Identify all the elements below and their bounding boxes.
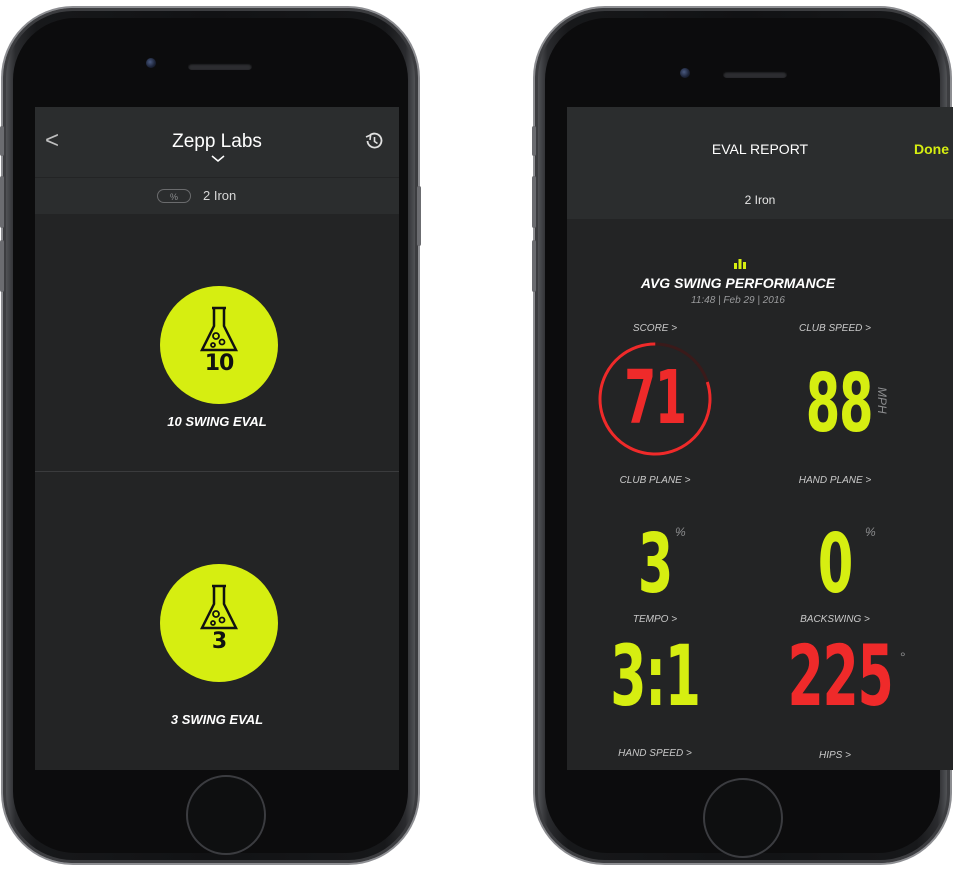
club-label: 2 Iron (203, 188, 237, 203)
score-link[interactable]: SCORE > (585, 323, 725, 334)
club-label: 2 Iron (744, 193, 776, 207)
club-bar: 2 Iron (567, 181, 953, 219)
hand-plane-link[interactable]: HAND PLANE > (765, 475, 905, 486)
done-button[interactable]: Done (914, 141, 949, 157)
score-value: 71 (624, 355, 687, 441)
eval-badge: 3 (160, 564, 278, 682)
home-button[interactable] (703, 778, 783, 858)
club-speed-link[interactable]: CLUB SPEED > (765, 323, 905, 334)
earpiece-speaker (723, 71, 787, 78)
hips-link[interactable]: HIPS > (765, 750, 905, 761)
club-selector-bar[interactable]: % 2 Iron (35, 177, 399, 214)
volume-up-button (0, 176, 4, 228)
backswing-unit: ° (900, 649, 906, 665)
club-plane-unit: % (675, 525, 686, 539)
backswing-link[interactable]: BACKSWING > (765, 614, 905, 625)
club-plane-link[interactable]: CLUB PLANE > (585, 475, 725, 486)
front-camera (146, 58, 156, 68)
performance-date: 11:48 | Feb 29 | 2016 (691, 295, 785, 306)
volume-down-button (532, 240, 536, 292)
club-speed-value: 88 (805, 357, 874, 450)
mute-switch (0, 126, 4, 156)
hand-speed-link[interactable]: HAND SPEED > (585, 748, 725, 759)
eval-label: 3 SWING EVAL (170, 712, 264, 727)
nav-title[interactable]: Zepp Labs (35, 131, 399, 153)
eval-option-3[interactable]: 3 3 SWING EVAL (35, 472, 399, 770)
eval-count: 10 (204, 351, 235, 376)
home-button[interactable] (186, 775, 266, 855)
eval-option-10[interactable]: 10 10 SWING EVAL (35, 213, 399, 471)
nav-title: EVAL REPORT (711, 141, 809, 157)
history-icon[interactable] (363, 130, 385, 152)
backswing-value: 225 (787, 627, 894, 725)
nav-bar: EVAL REPORT Done (567, 107, 953, 181)
power-button (417, 186, 421, 246)
tempo-link[interactable]: TEMPO > (585, 614, 725, 625)
club-speed-unit: MPH (875, 387, 889, 414)
eval-badge: 10 (160, 286, 278, 404)
chevron-down-icon[interactable] (211, 155, 225, 163)
percent-pill: % (157, 189, 191, 203)
bar-chart-icon (734, 259, 746, 269)
volume-down-button (0, 240, 4, 292)
volume-up-button (532, 176, 536, 228)
left-screen: < Zepp Labs % 2 Iron 10 10 SWING EVAL 3 … (35, 107, 399, 770)
mute-switch (532, 126, 536, 156)
hand-plane-unit: % (865, 525, 876, 539)
nav-bar: < Zepp Labs (35, 107, 399, 177)
tempo-value: 3:1 (610, 627, 701, 725)
performance-title: AVG SWING PERFORMANCE (640, 275, 836, 291)
right-screen: EVAL REPORT Done 2 Iron AVG SWING PERFOR… (567, 107, 953, 770)
hand-plane-value: 0 (817, 517, 853, 612)
front-camera (680, 68, 690, 78)
eval-label: 10 SWING EVAL (167, 414, 267, 429)
earpiece-speaker (188, 63, 252, 70)
eval-count: 3 (211, 629, 227, 654)
